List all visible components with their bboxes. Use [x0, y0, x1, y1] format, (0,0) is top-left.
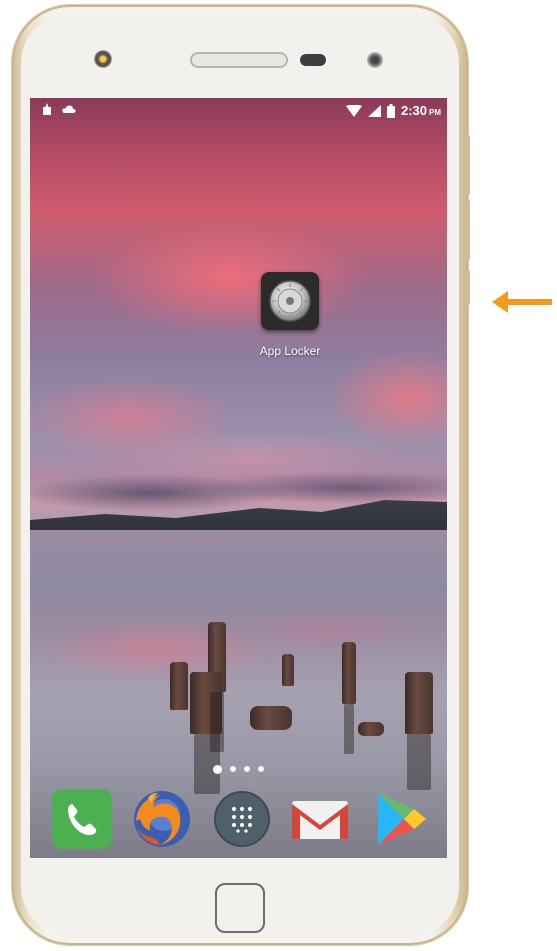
home-screen: 2:30 PM App Locker [30, 98, 447, 858]
light-sensor [367, 52, 383, 68]
dock-play-store-app[interactable] [370, 789, 430, 849]
notification-icon [43, 103, 51, 115]
gmail-icon [292, 801, 348, 839]
power-button[interactable] [465, 270, 470, 305]
firefox-icon [134, 791, 190, 847]
clock-time: 2:30 [400, 103, 427, 118]
dock-firefox-app[interactable] [132, 789, 192, 849]
wallpaper-rock [250, 706, 292, 730]
cloud-icon [62, 105, 76, 113]
signal-icon [367, 104, 381, 117]
dock-app-drawer[interactable] [212, 789, 272, 849]
earpiece-speaker [190, 52, 288, 68]
wallpaper-reflection [344, 704, 354, 754]
wallpaper-post [342, 642, 356, 704]
wifi-icon [345, 104, 362, 117]
proximity-sensor [300, 54, 326, 66]
wallpaper-post [282, 654, 294, 686]
page-dot[interactable] [258, 766, 264, 772]
battery-icon [386, 103, 395, 118]
front-camera [94, 50, 112, 68]
status-bar: 2:30 PM [30, 98, 447, 124]
app-locker-shortcut[interactable]: App Locker [260, 272, 320, 358]
page-dot[interactable] [230, 766, 236, 772]
dock-gmail-app[interactable] [290, 789, 350, 849]
page-indicator [213, 765, 264, 774]
clock-ampm: PM [429, 108, 441, 117]
wallpaper-post [405, 672, 433, 734]
dock [30, 783, 447, 853]
wallpaper-reflection [407, 734, 431, 790]
app-drawer-icon [214, 791, 270, 847]
side-button-volume-down[interactable] [465, 200, 470, 260]
wallpaper-post [170, 662, 188, 710]
clock: 2:30 PM [401, 103, 441, 118]
home-button[interactable] [215, 883, 265, 933]
play-store-icon [378, 793, 426, 845]
wallpaper-rock [358, 722, 384, 736]
app-locker-label: App Locker [259, 344, 321, 358]
lock-dial-icon [261, 272, 319, 330]
page-dot[interactable] [244, 766, 250, 772]
side-button-volume-up[interactable] [465, 135, 470, 195]
page-dot-active[interactable] [213, 765, 222, 774]
arrow-left-icon [492, 291, 552, 313]
phone-icon [52, 789, 112, 849]
dock-phone-app[interactable] [52, 789, 112, 849]
